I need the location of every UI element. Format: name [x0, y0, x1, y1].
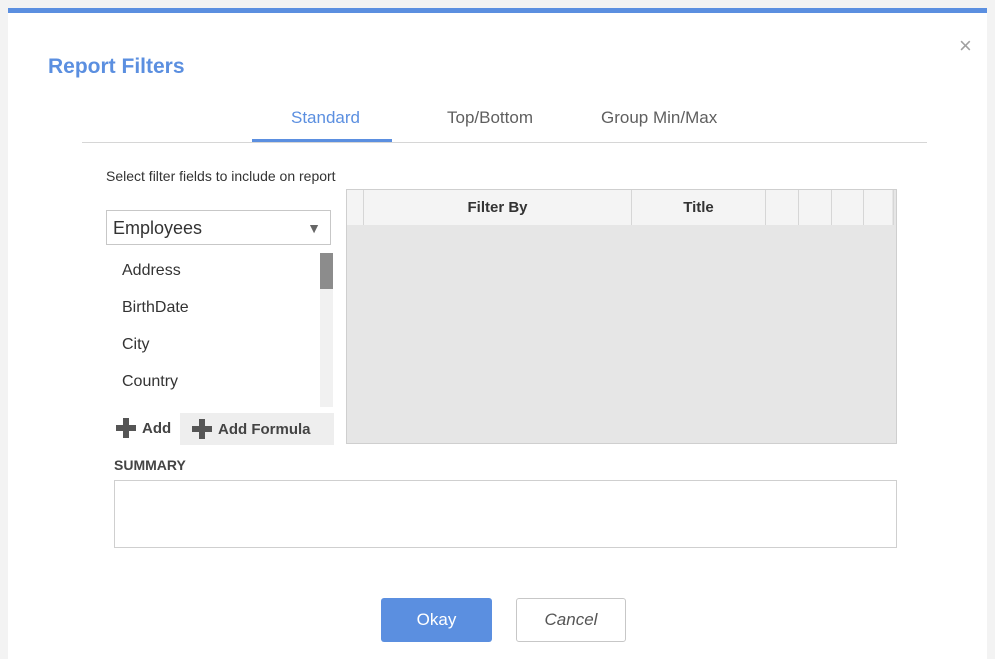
add-formula-button-label: Add Formula: [218, 420, 311, 438]
tab-standard[interactable]: Standard: [291, 108, 360, 128]
close-icon[interactable]: ×: [959, 35, 972, 57]
add-formula-button[interactable]: Add Formula: [180, 413, 334, 445]
list-item[interactable]: Country: [122, 373, 178, 391]
column-header-empty: [799, 190, 832, 225]
column-header-title[interactable]: Title: [632, 190, 766, 225]
field-list-scroll-thumb[interactable]: [320, 253, 333, 289]
tab-group-min-max[interactable]: Group Min/Max: [601, 108, 717, 128]
column-header-empty: [832, 190, 864, 225]
instructions-text: Select filter fields to include on repor…: [106, 168, 336, 184]
filter-grid: Filter By Title: [346, 189, 897, 444]
column-header-empty: [864, 190, 894, 225]
filter-grid-header: Filter By Title: [347, 190, 894, 225]
chevron-down-icon: ▼: [307, 220, 321, 236]
report-filters-dialog: Report Filters × Standard Top/Bottom Gro…: [8, 8, 987, 659]
column-header-empty: [766, 190, 799, 225]
okay-button[interactable]: Okay: [381, 598, 492, 642]
plus-icon: [116, 418, 136, 438]
grid-header-spacer: [347, 190, 364, 225]
table-select-value: Employees: [113, 218, 203, 238]
dialog-title: Report Filters: [48, 55, 185, 78]
list-item[interactable]: City: [122, 336, 150, 354]
add-button-label: Add: [142, 419, 172, 437]
active-tab-indicator: [252, 139, 392, 142]
add-button[interactable]: Add: [116, 413, 171, 443]
list-item[interactable]: Address: [122, 262, 181, 280]
plus-icon: [192, 419, 212, 439]
column-header-filter-by[interactable]: Filter By: [364, 190, 632, 225]
tab-bar: Standard Top/Bottom Group Min/Max: [82, 105, 927, 143]
summary-box: [114, 480, 897, 548]
list-item[interactable]: BirthDate: [122, 299, 189, 317]
table-select[interactable]: Employees ▼: [106, 210, 331, 245]
cancel-button[interactable]: Cancel: [516, 598, 626, 642]
summary-label: SUMMARY: [114, 457, 186, 473]
tab-top-bottom[interactable]: Top/Bottom: [447, 108, 533, 128]
field-list: Address BirthDate City Country: [106, 250, 331, 406]
